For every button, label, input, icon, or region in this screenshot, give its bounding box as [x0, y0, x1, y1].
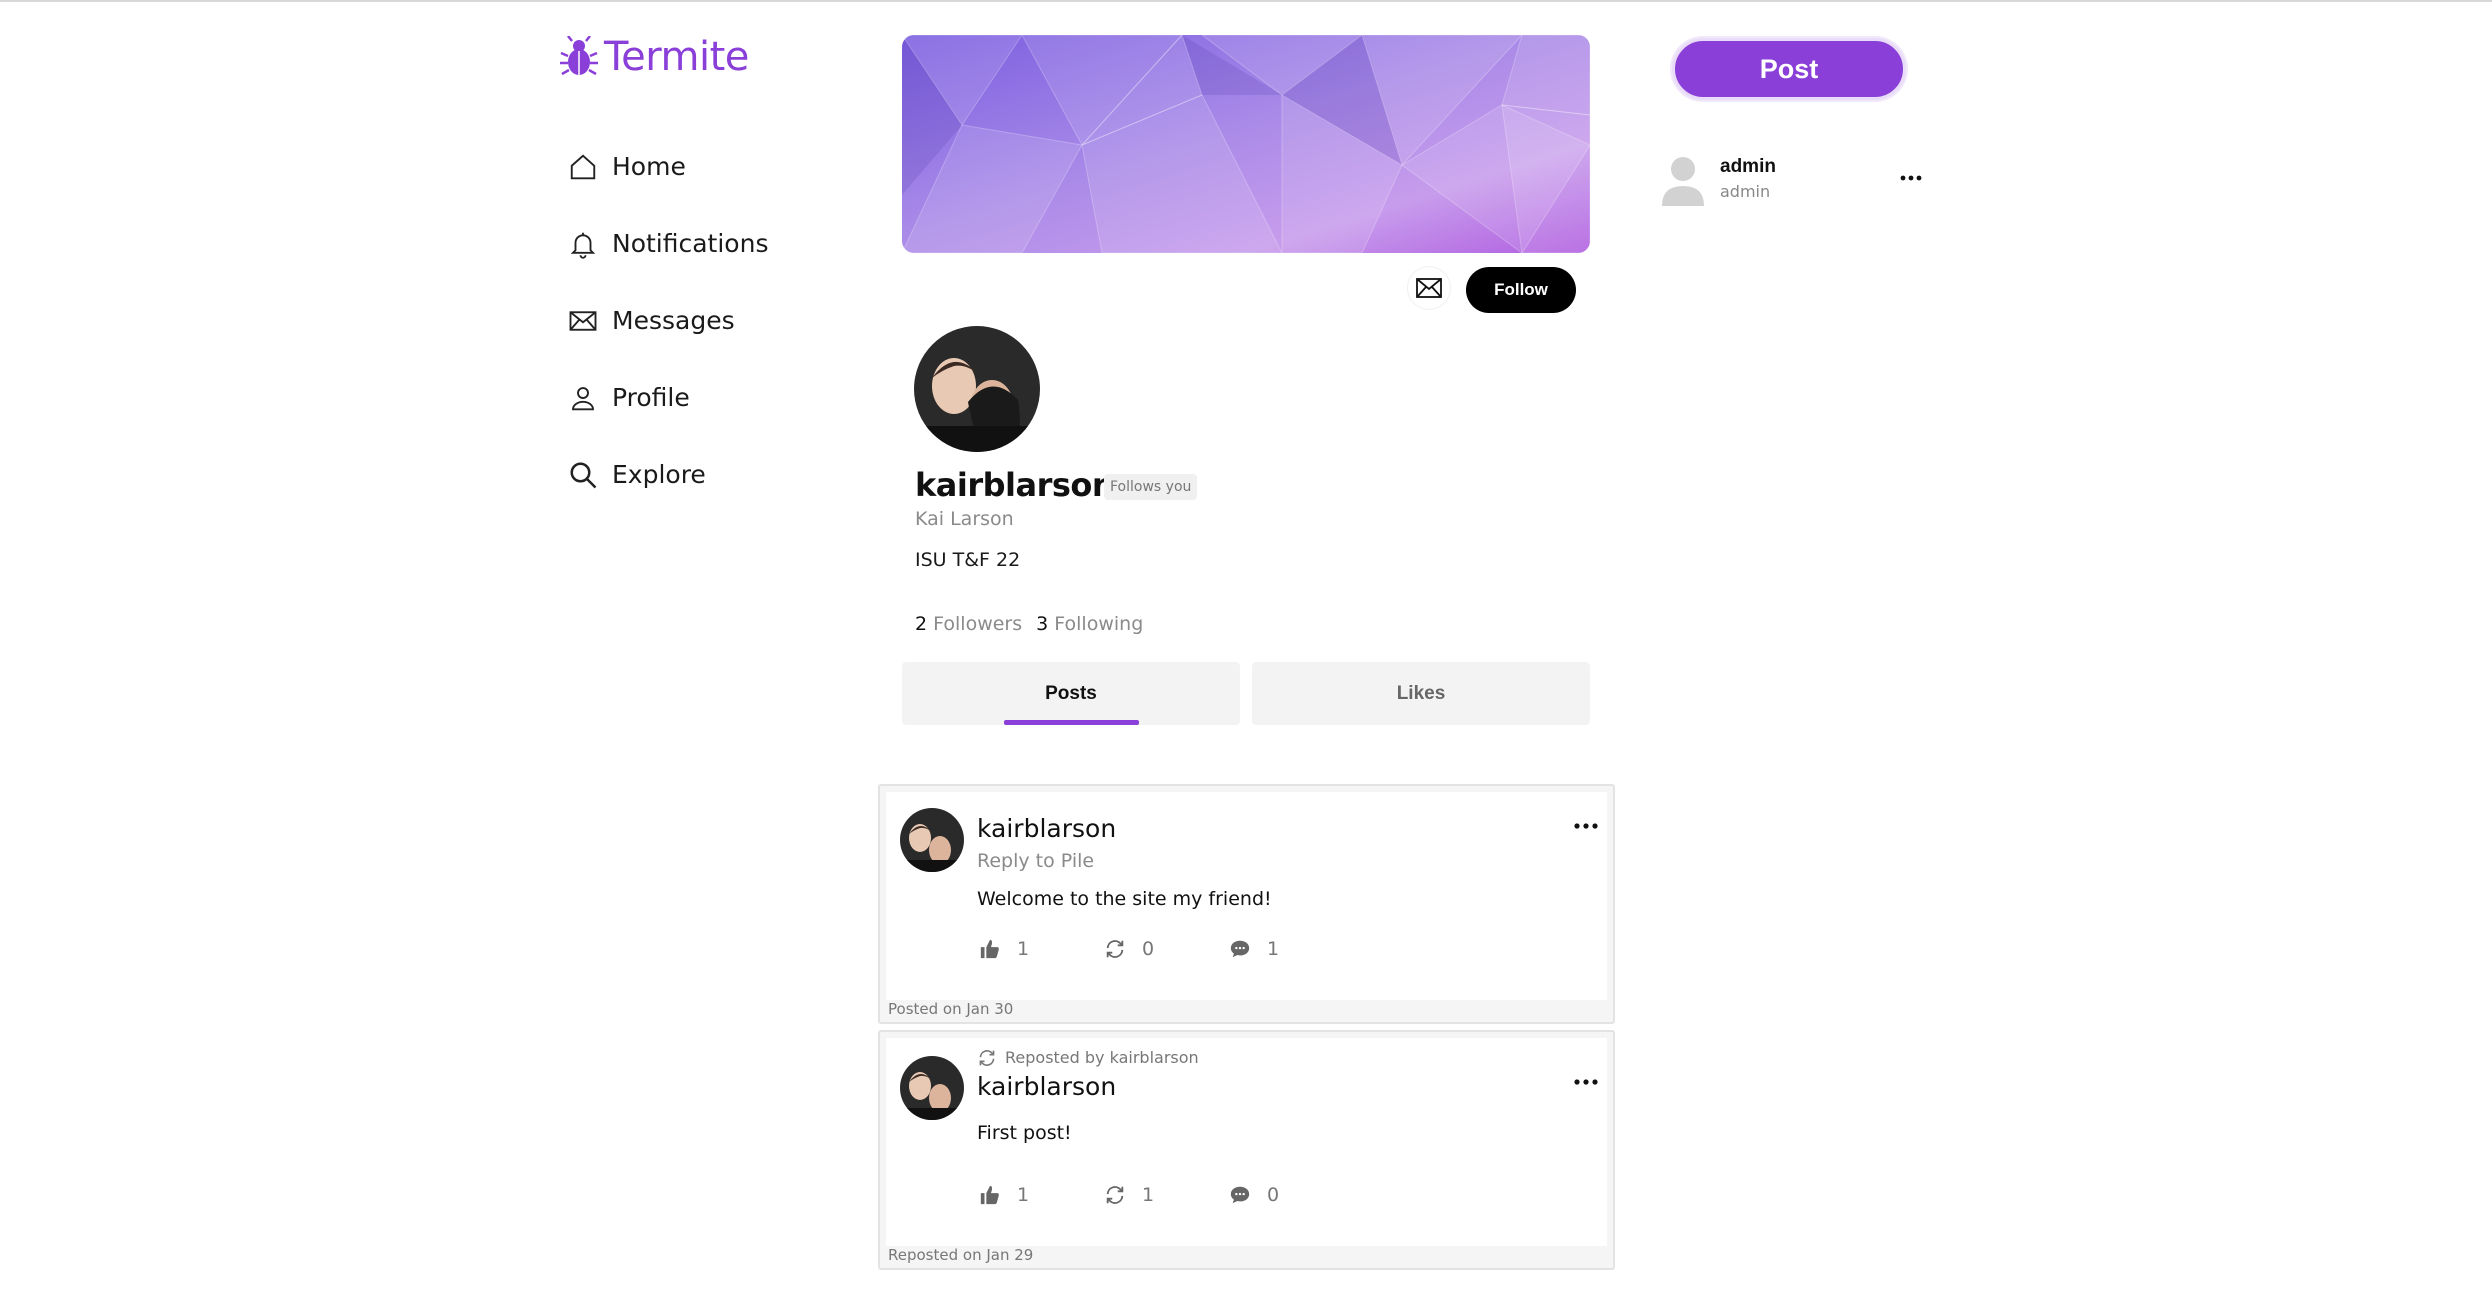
post-body: Welcome to the site my friend!: [977, 888, 1272, 910]
nav-label-notifications: Notifications: [612, 229, 769, 258]
following-count: 3: [1036, 613, 1049, 635]
account-handle: admin: [1720, 182, 1771, 201]
comment-button[interactable]: 1: [1229, 938, 1279, 960]
repost-icon: [979, 1049, 995, 1066]
nav-item-profile[interactable]: Profile: [568, 359, 768, 436]
new-post-button[interactable]: Post: [1672, 38, 1906, 100]
profile-stats: 2 Followers 3 Following: [915, 613, 1143, 635]
nav-label-profile: Profile: [612, 383, 690, 412]
comment-button[interactable]: 0: [1229, 1184, 1279, 1206]
post-content: Reposted by kairblarson kairblarson Firs…: [886, 1038, 1607, 1246]
post-more-button[interactable]: [1568, 814, 1604, 838]
app-name: Termite: [604, 34, 749, 80]
comment-count: 0: [1267, 1184, 1280, 1206]
like-count: 1: [1017, 938, 1030, 960]
nav-item-notifications[interactable]: Notifications: [568, 205, 768, 282]
post-username[interactable]: kairblarson: [977, 814, 1116, 843]
profile-username: kairblarson: [915, 466, 1115, 504]
thumbs-up-icon: [980, 1185, 999, 1205]
post-card[interactable]: Reposted by kairblarson kairblarson Firs…: [878, 1030, 1615, 1270]
following-label: Following: [1054, 613, 1144, 635]
post-username[interactable]: kairblarson: [977, 1072, 1116, 1101]
top-border: [0, 0, 2492, 2]
nav-item-messages[interactable]: Messages: [568, 282, 768, 359]
followers-count: 2: [915, 613, 928, 635]
active-tab-indicator: [1004, 720, 1139, 725]
like-button[interactable]: 1: [979, 1184, 1029, 1206]
person-icon: [572, 386, 594, 410]
nav-item-explore[interactable]: Explore: [568, 436, 768, 513]
post-timestamp: Posted on Jan 30: [888, 1000, 1014, 1018]
repost-note-text: Reposted by kairblarson: [1005, 1048, 1199, 1067]
repost-count: 0: [1142, 938, 1155, 960]
post-more-button[interactable]: [1568, 1070, 1604, 1094]
profile-avatar[interactable]: [914, 326, 1040, 452]
profile-banner: [902, 35, 1590, 253]
termite-bug-icon: [560, 36, 598, 76]
comment-icon: [1230, 940, 1250, 958]
search-icon: [570, 462, 597, 488]
thumbs-up-icon: [980, 939, 999, 959]
following-link[interactable]: 3 Following: [1036, 613, 1143, 635]
repost-note: Reposted by kairblarson: [977, 1048, 1199, 1067]
repost-button[interactable]: 0: [1104, 938, 1154, 960]
repost-icon: [1106, 1186, 1124, 1204]
repost-icon: [1106, 940, 1124, 958]
nav-label-messages: Messages: [612, 306, 735, 335]
post-timestamp: Reposted on Jan 29: [888, 1246, 1034, 1264]
tab-likes[interactable]: Likes: [1252, 662, 1590, 725]
nav-item-home[interactable]: Home: [568, 128, 768, 205]
post-content: kairblarson Reply to Pile Welcome to the…: [886, 792, 1607, 1000]
post-card[interactable]: kairblarson Reply to Pile Welcome to the…: [878, 784, 1615, 1024]
ellipsis-icon: [1900, 175, 1922, 181]
envelope-icon: [1416, 278, 1442, 298]
bell-icon: [570, 232, 596, 259]
app-logo[interactable]: Termite: [560, 34, 749, 80]
like-count: 1: [1017, 1184, 1030, 1206]
envelope-icon: [569, 310, 597, 331]
ellipsis-icon: [1574, 1079, 1598, 1085]
nav-label-explore: Explore: [612, 460, 706, 489]
account-name[interactable]: admin: [1720, 156, 1776, 178]
post-reply-to[interactable]: Reply to Pile: [977, 850, 1094, 872]
post-body: First post!: [977, 1122, 1072, 1144]
repost-button[interactable]: 1: [1104, 1184, 1154, 1206]
tab-posts[interactable]: Posts: [902, 662, 1240, 725]
account-menu-button[interactable]: [1896, 168, 1926, 188]
post-avatar[interactable]: [900, 808, 964, 872]
profile-full-name: Kai Larson: [915, 508, 1014, 530]
profile-bio: ISU T&F 22: [915, 549, 1021, 571]
main-nav: Home Notifications Messages Profile Expl…: [568, 128, 768, 513]
post-avatar[interactable]: [900, 1056, 964, 1120]
nav-label-home: Home: [612, 152, 686, 181]
followers-label: Followers: [933, 613, 1023, 635]
comment-count: 1: [1267, 938, 1280, 960]
account-avatar[interactable]: [1660, 154, 1706, 206]
message-user-button[interactable]: [1407, 266, 1451, 310]
ellipsis-icon: [1574, 823, 1598, 829]
repost-count: 1: [1142, 1184, 1155, 1206]
comment-icon: [1230, 1186, 1250, 1204]
home-icon: [570, 153, 596, 179]
like-button[interactable]: 1: [979, 938, 1029, 960]
followers-link[interactable]: 2 Followers: [915, 613, 1022, 635]
follow-button[interactable]: Follow: [1466, 267, 1576, 313]
default-user-icon: [1662, 157, 1704, 206]
follows-you-badge: Follows you: [1104, 474, 1198, 500]
